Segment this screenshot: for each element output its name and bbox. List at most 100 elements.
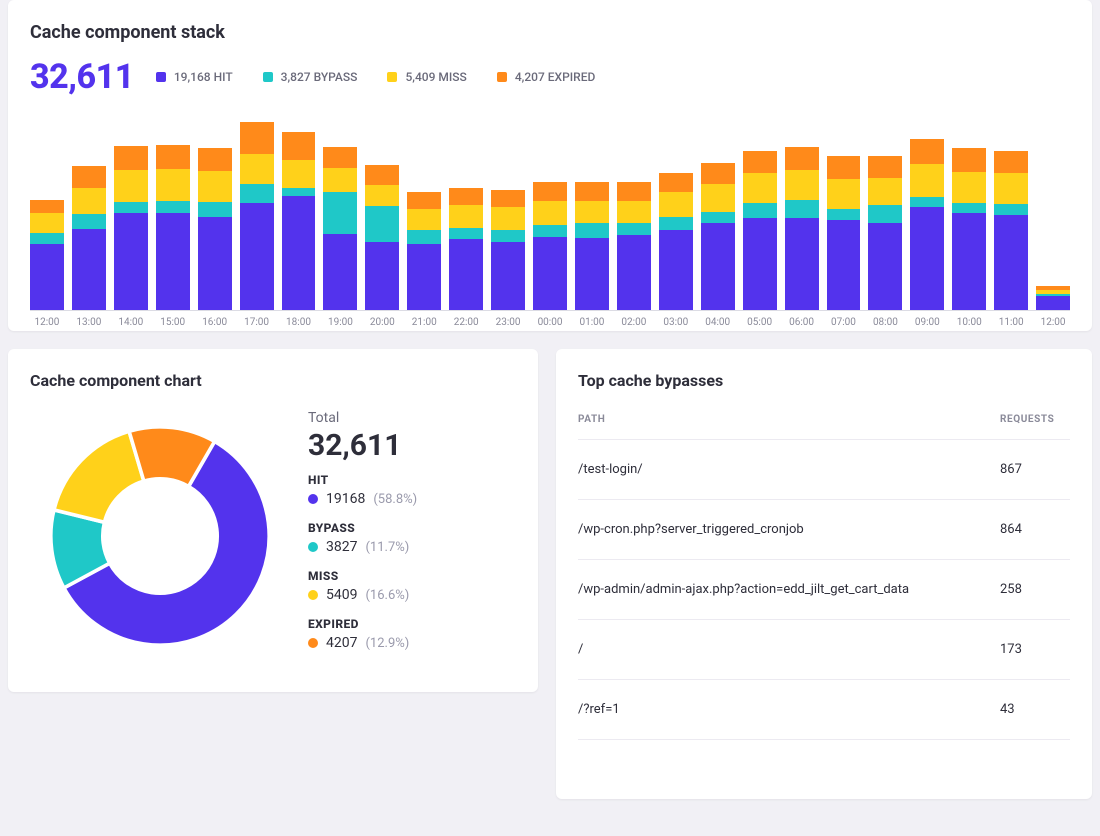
bar-col[interactable] <box>449 188 483 310</box>
bar-col[interactable] <box>868 156 902 310</box>
bar-segment-bypass <box>282 188 316 196</box>
swatch-icon <box>263 72 273 82</box>
donut-chart[interactable] <box>30 406 290 666</box>
table-header: PATH REQUESTS <box>578 400 1070 440</box>
bar-segment-miss <box>952 172 986 203</box>
legend-hit[interactable]: 19,168 HIT <box>156 70 233 84</box>
donut-legend-bypass[interactable]: BYPASS 3827 (11.7%) <box>308 521 417 555</box>
bar-segment-hit <box>868 223 902 310</box>
x-axis-label: 21:00 <box>407 317 441 328</box>
bar-col[interactable] <box>72 166 106 310</box>
x-axis-label: 07:00 <box>827 317 861 328</box>
cache-stack-total: 32,611 <box>30 57 134 97</box>
bar-segment-hit <box>910 207 944 310</box>
dot-icon <box>308 590 318 600</box>
x-axis-label: 12:00 <box>30 317 64 328</box>
donut-legend-value: 3827 <box>326 539 357 555</box>
bar-col[interactable] <box>407 192 441 310</box>
bar-segment-miss <box>659 192 693 217</box>
bar-segment-bypass <box>30 233 64 244</box>
bar-segment-bypass <box>407 230 441 244</box>
bar-segment-miss <box>617 201 651 224</box>
bar-segment-bypass <box>156 201 190 214</box>
donut-slice-miss[interactable] <box>54 431 144 522</box>
bar-col[interactable] <box>282 132 316 310</box>
table-cell-requests: 258 <box>1000 582 1070 597</box>
bar-col[interactable] <box>533 182 567 310</box>
bar-col[interactable] <box>701 163 735 310</box>
table-row[interactable]: /test-login/867 <box>578 440 1070 500</box>
bar-segment-expired <box>994 151 1028 174</box>
bar-segment-miss <box>994 173 1028 204</box>
bar-segment-hit <box>827 220 861 310</box>
bar-segment-bypass <box>575 223 609 238</box>
table-row[interactable]: /173 <box>578 620 1070 680</box>
bar-col[interactable] <box>30 200 64 311</box>
bar-segment-expired <box>910 139 944 164</box>
table-cell-path: /?ref=1 <box>578 702 1000 717</box>
cache-stack-header: 32,611 19,168 HIT 3,827 BYPASS 5,409 MIS… <box>30 57 1070 97</box>
bar-col[interactable] <box>827 156 861 310</box>
donut-legend-pct: (11.7%) <box>365 540 409 555</box>
bar-col[interactable] <box>785 147 819 310</box>
bar-segment-miss <box>282 160 316 188</box>
bar-segment-bypass <box>827 209 861 220</box>
bar-col[interactable] <box>617 182 651 310</box>
bar-segment-bypass <box>240 184 274 203</box>
bar-col[interactable] <box>1036 286 1070 310</box>
x-axis-label: 17:00 <box>240 317 274 328</box>
bar-col[interactable] <box>994 151 1028 310</box>
bar-col[interactable] <box>491 190 525 310</box>
donut-total-value: 32,611 <box>308 428 417 463</box>
donut-legend-hit[interactable]: HIT 19168 (58.8%) <box>308 473 417 507</box>
bar-segment-miss <box>72 188 106 214</box>
bar-segment-hit <box>72 229 106 310</box>
donut-legend-name: HIT <box>308 473 417 487</box>
bar-segment-hit <box>743 218 777 310</box>
bar-segment-expired <box>533 182 567 200</box>
bar-col[interactable] <box>198 148 232 310</box>
x-axis-label: 02:00 <box>617 317 651 328</box>
bar-segment-bypass <box>701 212 735 223</box>
table-cell-path: /wp-admin/admin-ajax.php?action=edd_jilt… <box>578 582 1000 597</box>
bar-col[interactable] <box>910 139 944 310</box>
bar-segment-miss <box>365 185 399 207</box>
x-axis-label: 00:00 <box>533 317 567 328</box>
bar-segment-bypass <box>910 197 944 207</box>
bar-segment-bypass <box>198 202 232 217</box>
bar-col[interactable] <box>952 148 986 310</box>
bar-segment-bypass <box>72 214 106 229</box>
donut-legend-name: BYPASS <box>308 521 417 535</box>
bar-col[interactable] <box>323 147 357 310</box>
bar-segment-miss <box>533 201 567 225</box>
bar-segment-hit <box>282 196 316 310</box>
table-cell-requests: 864 <box>1000 522 1070 537</box>
top-bypasses-card: Top cache bypasses PATH REQUESTS /test-l… <box>556 349 1092 799</box>
legend-expired[interactable]: 4,207 EXPIRED <box>497 70 596 84</box>
bar-col[interactable] <box>114 146 148 310</box>
legend-bypass[interactable]: 3,827 BYPASS <box>263 70 358 84</box>
bar-segment-bypass <box>323 192 357 234</box>
donut-legend-name: EXPIRED <box>308 617 417 631</box>
bar-segment-hit <box>365 242 399 310</box>
bar-segment-miss <box>240 154 274 184</box>
donut-legend-expired[interactable]: EXPIRED 4207 (12.9%) <box>308 617 417 651</box>
bar-segment-miss <box>575 201 609 224</box>
legend-miss[interactable]: 5,409 MISS <box>387 70 466 84</box>
table-row[interactable]: /wp-admin/admin-ajax.php?action=edd_jilt… <box>578 560 1070 620</box>
bar-segment-expired <box>323 147 357 168</box>
table-row[interactable]: /?ref=143 <box>578 680 1070 740</box>
stacked-bar-chart[interactable]: 12:0013:0014:0015:0016:0017:0018:0019:00… <box>30 121 1070 321</box>
bar-col[interactable] <box>365 165 399 310</box>
bar-col[interactable] <box>156 145 190 310</box>
bar-col[interactable] <box>575 182 609 310</box>
donut-legend-miss[interactable]: MISS 5409 (16.6%) <box>308 569 417 603</box>
bar-col[interactable] <box>659 173 693 310</box>
bar-segment-expired <box>407 192 441 209</box>
bar-segment-expired <box>952 148 986 172</box>
bar-col[interactable] <box>743 151 777 310</box>
x-axis-label: 13:00 <box>72 317 106 328</box>
bar-col[interactable] <box>240 122 274 310</box>
bar-segment-hit <box>617 235 651 310</box>
table-row[interactable]: /wp-cron.php?server_triggered_cronjob864 <box>578 500 1070 560</box>
